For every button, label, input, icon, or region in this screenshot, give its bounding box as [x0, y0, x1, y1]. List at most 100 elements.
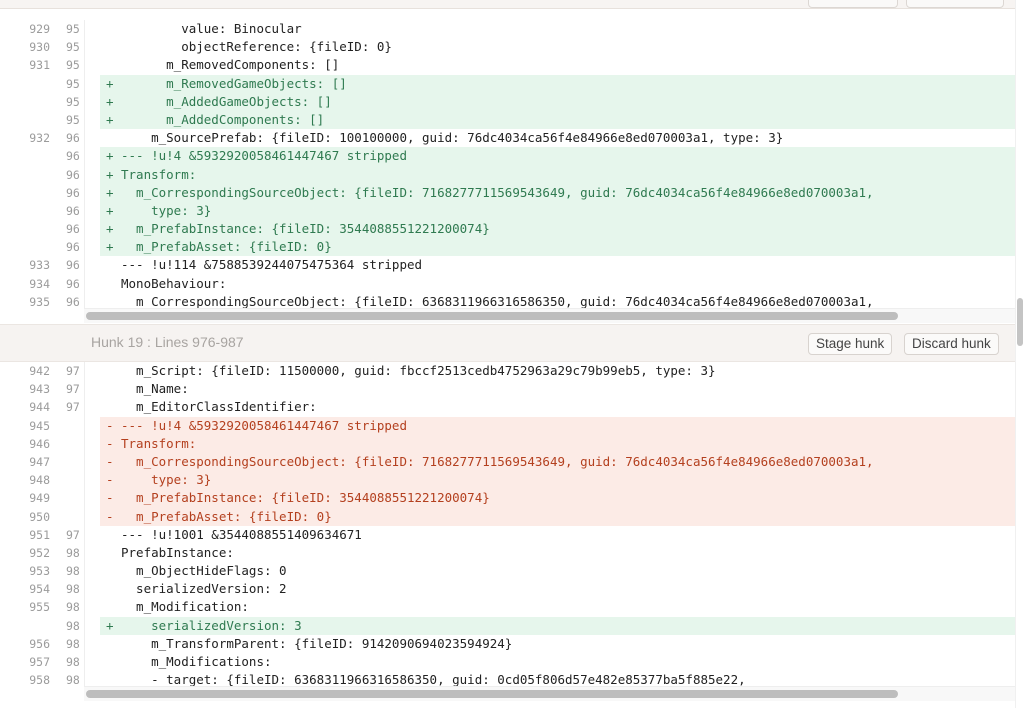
diff-marker: + [106, 184, 114, 200]
code-text: objectReference: {fileID: 0} [121, 39, 392, 55]
code-text: serializedVersion: 2 [121, 581, 287, 597]
horizontal-scrollbar[interactable] [84, 686, 1016, 701]
diff-marker: - [106, 508, 114, 524]
code-text: m_SourcePrefab: {fileID: 100100000, guid… [121, 130, 784, 146]
old-line-number: 950 [29, 509, 50, 524]
code-text: m_CorrespondingSourceObject: {fileID: 71… [121, 184, 874, 200]
code-text: Transform: [121, 166, 197, 182]
diff-line-context: 943 97 m_Name: [0, 380, 1016, 399]
line-body: m_RemovedComponents: [] [100, 56, 1016, 74]
code-text: Transform: [121, 435, 197, 451]
line-body: m_Modifications: [100, 653, 1016, 671]
line-body: objectReference: {fileID: 0} [100, 38, 1016, 56]
new-line-number: 96 [66, 203, 80, 218]
line-gutter: 945 [0, 416, 85, 435]
line-body: m_SourcePrefab: {fileID: 100100000, guid… [100, 129, 1016, 147]
code-text: m_Name: [121, 381, 189, 397]
line-body: - --- !u!4 &5932920058461447467 stripped [100, 416, 1016, 435]
line-gutter: 96 [0, 220, 85, 239]
line-body: value: Binocular [100, 20, 1016, 38]
old-line-number: 929 [29, 22, 50, 36]
diff-line-context: 956 98 m_TransformParent: {fileID: 914209… [0, 634, 1016, 653]
old-line-number: 955 [29, 600, 50, 615]
diff-line-context: 931 95 m_RemovedComponents: [] [0, 56, 1016, 75]
diff-hunk-19: 942 97 m_Script: {fileID: 11500000, guid:… [0, 360, 1016, 708]
line-body: + m_AddedComponents: [] [100, 110, 1016, 130]
line-gutter: 948 [0, 471, 85, 490]
line-gutter: 954 98 [0, 580, 85, 599]
line-body: - type: 3} [100, 471, 1016, 490]
diff-line-context: 933 96 --- !u!114 &7588539244075475364 str… [0, 256, 1016, 275]
line-gutter: 957 98 [0, 653, 85, 672]
vertical-scrollbar-thumb[interactable] [1017, 298, 1023, 346]
line-body: --- !u!114 &7588539244075475364 stripped [100, 256, 1016, 274]
code-text: MonoBehaviour: [121, 275, 227, 291]
new-line-number: 98 [66, 600, 80, 615]
stage-hunk-button[interactable]: Stage hunk [808, 333, 893, 355]
code-text: value: Binocular [121, 21, 302, 36]
line-body: - m_PrefabInstance: {fileID: 35440885512… [100, 489, 1016, 508]
diff-line-removed: 950 - m_PrefabAsset: {fileID: 0} [0, 507, 1016, 526]
line-gutter: 943 97 [0, 380, 85, 399]
new-line-number: 96 [66, 167, 80, 182]
diff-marker: + [106, 166, 114, 182]
old-line-number: 951 [29, 527, 50, 542]
horizontal-scrollbar-thumb[interactable] [86, 690, 898, 698]
diff-line-context: 942 97 m_Script: {fileID: 11500000, guid:… [0, 362, 1016, 381]
diff-line-added: 96 + m_PrefabAsset: {fileID: 0} [0, 238, 1016, 257]
line-body: + serializedVersion: 3 [100, 616, 1016, 635]
new-line-number: 95 [66, 76, 80, 91]
diff-marker: + [106, 93, 114, 109]
code-text: m_Modification: [121, 599, 249, 615]
old-line-number: 949 [29, 491, 50, 506]
line-gutter: 933 96 [0, 256, 85, 275]
line-body: MonoBehaviour: [100, 275, 1016, 293]
diff-marker: + [106, 617, 114, 633]
line-body: m_Name: [100, 380, 1016, 398]
new-line-number: 95 [66, 112, 80, 127]
horizontal-scrollbar[interactable] [84, 308, 1016, 323]
code-text: m_RemovedGameObjects: [] [121, 75, 347, 91]
line-body: + m_CorrespondingSourceObject: {fileID: … [100, 183, 1016, 202]
horizontal-scrollbar-thumb[interactable] [86, 312, 898, 320]
code-text: m_CorrespondingSourceObject: {fileID: 71… [121, 453, 874, 469]
diff-line-context: 955 98 m_Modification: [0, 598, 1016, 617]
line-gutter: 947 [0, 452, 85, 472]
diff-lines: 929 95 value: Binocular 930 95 objectRefere… [0, 20, 1016, 311]
diff-marker: - [106, 453, 114, 469]
code-text: m_AddedGameObjects: [] [121, 93, 332, 109]
new-line-number: 98 [66, 564, 80, 579]
diff-line-added: 95 + m_AddedGameObjects: [] [0, 92, 1016, 111]
new-line-number: 98 [66, 655, 80, 669]
code-text: --- !u!114 &7588539244075475364 stripped [121, 257, 423, 273]
line-body: + Transform: [100, 165, 1016, 184]
line-gutter: 95 [0, 74, 85, 93]
vertical-scrollbar[interactable] [1015, 0, 1024, 708]
line-body: serializedVersion: 2 [100, 580, 1016, 598]
diff-line-added: 96 + Transform: [0, 165, 1016, 184]
new-line-number: 98 [66, 618, 80, 633]
diff-line-context: 930 95 objectReference: {fileID: 0} [0, 38, 1016, 57]
new-line-number: 95 [66, 94, 80, 109]
code-text: m_PrefabInstance: {fileID: 3544088551221… [121, 221, 490, 237]
diff-line-added: 96 + --- !u!4 &5932920058461447467 strippe… [0, 147, 1016, 166]
code-text: m_AddedComponents: [] [121, 111, 325, 127]
line-gutter: 942 97 [0, 362, 85, 381]
line-gutter: 96 [0, 201, 85, 221]
diff-line-removed: 948 - type: 3} [0, 471, 1016, 490]
new-line-number: 98 [66, 582, 80, 597]
line-gutter: 934 96 [0, 274, 85, 293]
line-gutter: 955 98 [0, 598, 85, 617]
code-text: m_PrefabAsset: {fileID: 0} [121, 508, 332, 524]
old-line-number: 931 [29, 58, 50, 73]
line-body: PrefabInstance: [100, 544, 1016, 562]
line-body: - Transform: [100, 434, 1016, 453]
code-text: m_RemovedComponents: [] [121, 57, 340, 73]
discard-hunk-button[interactable]: Discard hunk [904, 333, 999, 355]
line-gutter: 96 [0, 165, 85, 184]
new-line-number: 97 [66, 400, 80, 415]
line-gutter: 950 [0, 507, 85, 526]
diff-line-added: 95 + m_RemovedGameObjects: [] [0, 74, 1016, 93]
hunk-header: Hunk 19 : Lines 976-987 Stage hunk Disca… [0, 324, 1016, 362]
hunk-title: Hunk 19 : Lines 976-987 [91, 334, 244, 350]
